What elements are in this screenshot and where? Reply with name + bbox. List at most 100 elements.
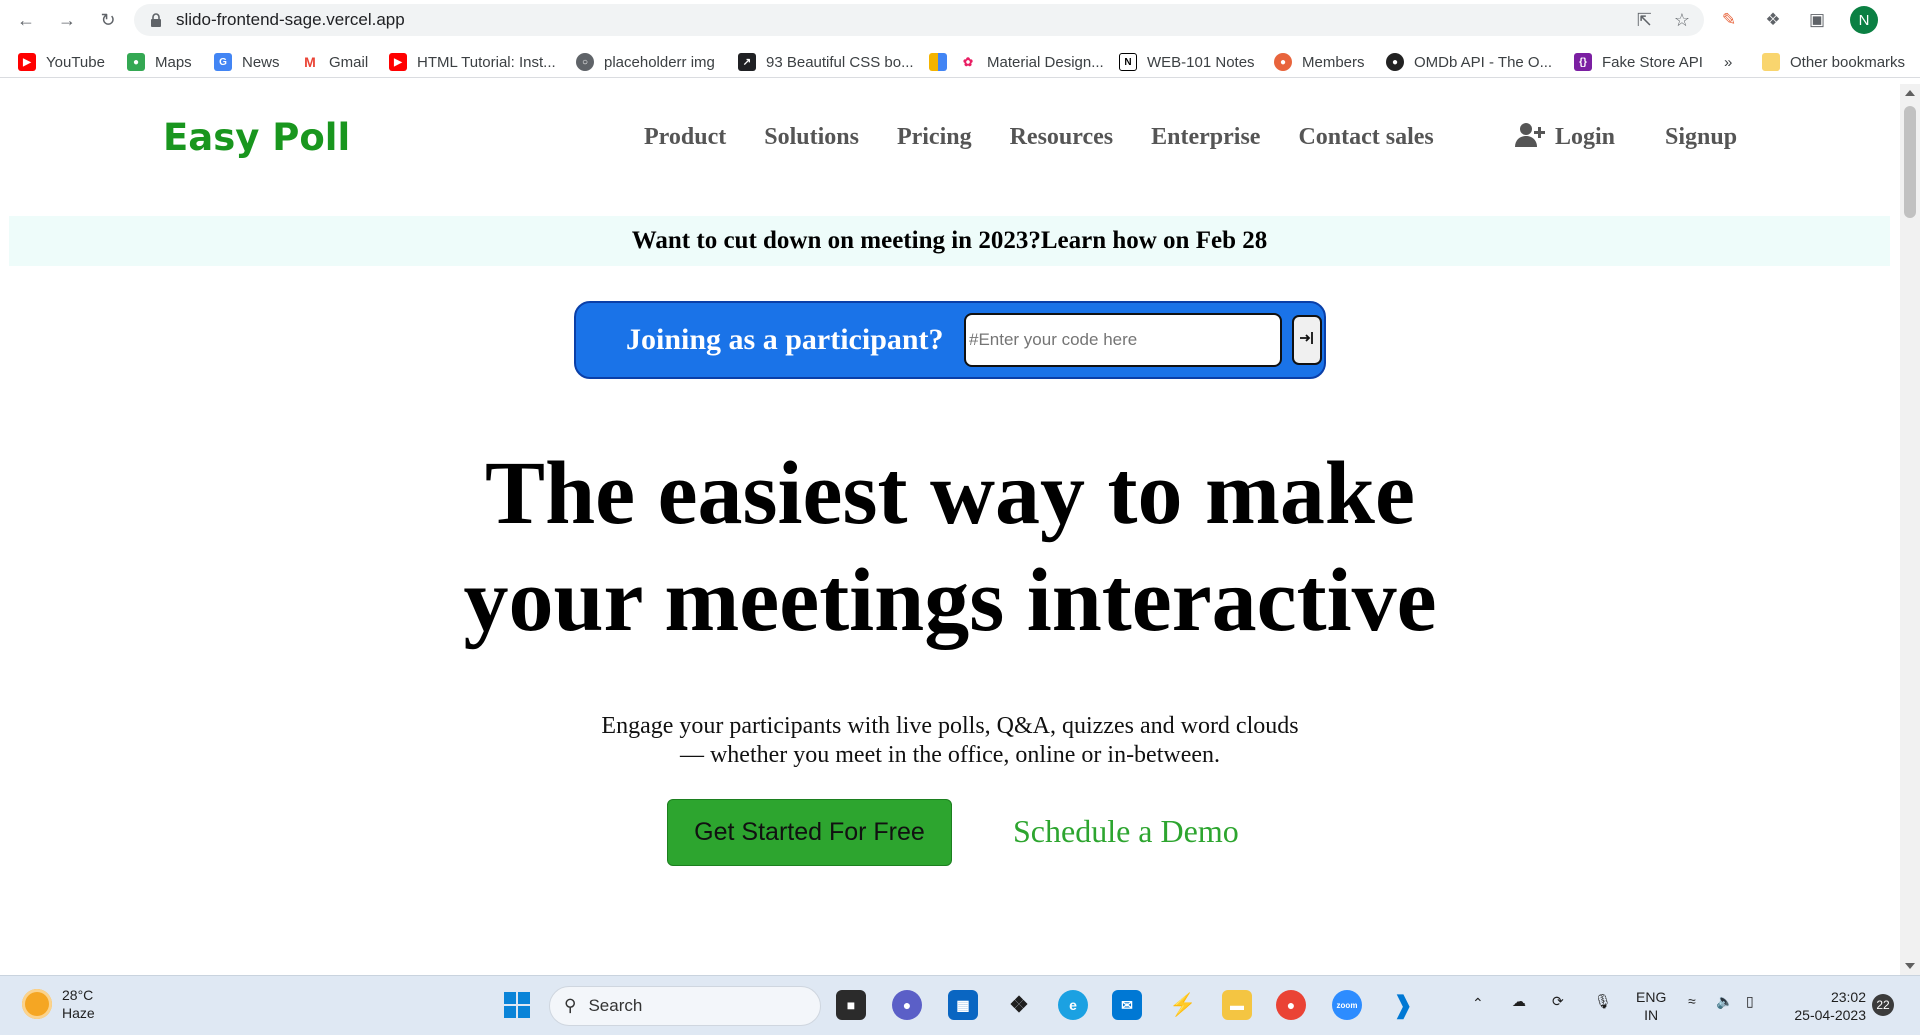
- language-region: IN: [1644, 1007, 1659, 1023]
- login-label: Login: [1555, 124, 1616, 150]
- bookmark-item[interactable]: ↗ 93 Beautiful CSS bo...: [738, 51, 914, 73]
- schedule-demo-link[interactable]: Schedule a Demo: [1013, 813, 1239, 850]
- taskbar-search-label: Search: [588, 996, 643, 1015]
- announcement-banner[interactable]: Want to cut down on meeting in 2023?Lear…: [9, 216, 1890, 266]
- bookmarks-bar: ▶ YouTube ● Maps G News M Gmail ▶ HTML T…: [0, 44, 1920, 78]
- bookmark-label: placeholderr img: [604, 53, 715, 71]
- volume-icon[interactable]: 🔈: [1716, 992, 1733, 1010]
- nav-enterprise[interactable]: Enterprise: [1151, 124, 1260, 151]
- notification-count-badge[interactable]: 22: [1872, 994, 1894, 1016]
- scroll-thumb[interactable]: [1904, 106, 1916, 218]
- lock-icon: [150, 13, 162, 27]
- bookmark-item[interactable]: ▶ YouTube: [18, 51, 105, 73]
- login-button[interactable]: Login: [1515, 122, 1615, 153]
- forward-icon[interactable]: →: [55, 8, 79, 32]
- page-content: Easy Poll Product Solutions Pricing Reso…: [0, 84, 1900, 975]
- bookmark-label: WEB-101 Notes: [1147, 53, 1255, 71]
- bookmark-label: OMDb API - The O...: [1414, 53, 1553, 71]
- bookmark-item[interactable]: ● Members: [1274, 51, 1365, 73]
- bookmark-item[interactable]: G News: [214, 51, 280, 73]
- share-icon[interactable]: ⇱: [1637, 10, 1652, 31]
- address-bar[interactable]: slido-frontend-sage.vercel.app ⇱ ☆: [134, 4, 1704, 36]
- browser-toolbar: ← → ↻ slido-frontend-sage.vercel.app ⇱ ☆…: [0, 0, 1920, 40]
- microphone-icon[interactable]: 🎙: [1594, 992, 1612, 1010]
- profile-avatar[interactable]: N: [1850, 6, 1878, 34]
- other-bookmarks[interactable]: ​ Other bookmarks: [1762, 51, 1905, 73]
- nav-pricing[interactable]: Pricing: [897, 124, 972, 151]
- bookmark-item[interactable]: ● OMDb API - The O...: [1386, 51, 1552, 73]
- signup-button[interactable]: Signup: [1665, 124, 1737, 151]
- weather-widget[interactable]: 28°C Haze: [22, 986, 95, 1022]
- color-picker-extension-icon[interactable]: ✎: [1718, 9, 1740, 31]
- language-code: ENG: [1636, 989, 1667, 1005]
- edge-icon[interactable]: e: [1058, 990, 1088, 1020]
- chrome-icon[interactable]: ●: [1276, 990, 1306, 1020]
- nav-solutions[interactable]: Solutions: [764, 124, 859, 151]
- task-view-icon[interactable]: ■: [836, 990, 866, 1020]
- battery-icon[interactable]: ▯: [1746, 992, 1754, 1010]
- language-indicator[interactable]: ENG IN: [1636, 988, 1666, 1024]
- bookmark-item[interactable]: M Gmail: [301, 51, 368, 73]
- windows-start-icon[interactable]: [502, 990, 532, 1020]
- clock[interactable]: 23:02 25-04-2023: [1784, 988, 1866, 1024]
- announcement-text: Want to cut down on meeting in 2023?Lear…: [631, 227, 1268, 254]
- onedrive-icon[interactable]: ☁: [1512, 992, 1526, 1010]
- bookmark-label: Members: [1302, 53, 1365, 71]
- clock-date: 25-04-2023: [1794, 1007, 1866, 1023]
- file-explorer-icon[interactable]: ▬: [1222, 990, 1252, 1020]
- bookmark-label: Maps: [155, 53, 192, 71]
- brand-logo[interactable]: Easy Poll: [163, 116, 350, 159]
- more-bookmarks-button[interactable]: »: [1724, 51, 1732, 73]
- mail-icon[interactable]: ✉: [1112, 990, 1142, 1020]
- teams-chat-icon[interactable]: ●: [892, 990, 922, 1020]
- dropbox-icon[interactable]: ❖: [1004, 990, 1034, 1020]
- bookmark-item[interactable]: N WEB-101 Notes: [1119, 51, 1255, 73]
- nav-product[interactable]: Product: [644, 124, 726, 151]
- scroll-down-icon[interactable]: [1905, 963, 1915, 969]
- vscode-icon[interactable]: ❱: [1388, 990, 1418, 1020]
- user-plus-icon: [1515, 122, 1547, 153]
- join-participant-box: Joining as a participant?: [574, 301, 1326, 379]
- fakestore-icon: {}: [1574, 53, 1592, 71]
- weather-temp: 28°C: [62, 987, 94, 1003]
- join-submit-button[interactable]: [1292, 315, 1322, 365]
- page-scrollbar[interactable]: [1900, 84, 1920, 975]
- cursor-icon: ↗: [738, 53, 756, 71]
- material-design-icon: ✿: [959, 53, 977, 71]
- bookmark-item[interactable]: {} Fake Store API: [1574, 51, 1703, 73]
- members-icon: ●: [1274, 53, 1292, 71]
- show-hidden-icons-chevron-icon[interactable]: ⌃: [1472, 994, 1484, 1012]
- hero-heading: The easiest way to make your meetings in…: [0, 440, 1900, 654]
- hero-subtext: Engage your participants with live polls…: [0, 712, 1900, 770]
- event-code-input[interactable]: [964, 313, 1282, 367]
- get-started-button[interactable]: Get Started For Free: [667, 799, 952, 866]
- taskbar-search[interactable]: ⚲ Search: [549, 986, 821, 1026]
- scroll-up-icon[interactable]: [1905, 90, 1915, 96]
- nav-contact-sales[interactable]: Contact sales: [1298, 124, 1433, 151]
- enter-arrow-icon: [1299, 330, 1315, 351]
- bookmark-label: YouTube: [46, 53, 105, 71]
- bookmark-star-icon[interactable]: ☆: [1674, 10, 1690, 31]
- bookmark-item[interactable]: ▶ HTML Tutorial: Inst...: [389, 51, 556, 73]
- reload-icon[interactable]: ↻: [96, 8, 120, 32]
- nav-resources[interactable]: Resources: [1010, 124, 1114, 151]
- bookmark-item[interactable]: ● Maps: [127, 51, 192, 73]
- zoom-icon[interactable]: zoom: [1332, 990, 1362, 1020]
- wifi-icon[interactable]: ≈: [1688, 992, 1696, 1010]
- bookmark-item[interactable]: ​ ✿ Material Design...: [929, 51, 1104, 73]
- folder-icon: ​: [1762, 53, 1780, 71]
- side-panel-icon[interactable]: ▣: [1806, 9, 1828, 31]
- bookmark-label: Material Design...: [987, 53, 1104, 71]
- extensions-puzzle-icon[interactable]: ❖: [1762, 9, 1784, 31]
- gmail-icon: M: [301, 53, 319, 71]
- store-icon[interactable]: ▦: [948, 990, 978, 1020]
- bookmark-item[interactable]: ○ placeholderr img: [576, 51, 715, 73]
- sun-haze-icon: [22, 989, 52, 1019]
- bookmark-label: Gmail: [329, 53, 369, 71]
- sync-icon[interactable]: ⟳: [1552, 992, 1564, 1010]
- search-icon: ⚲: [564, 996, 577, 1015]
- back-icon[interactable]: ←: [14, 8, 38, 32]
- power-automate-icon[interactable]: ⚡: [1168, 990, 1198, 1020]
- subtext-line-1: Engage your participants with live polls…: [601, 713, 1299, 739]
- weather-condition: Haze: [62, 1005, 95, 1021]
